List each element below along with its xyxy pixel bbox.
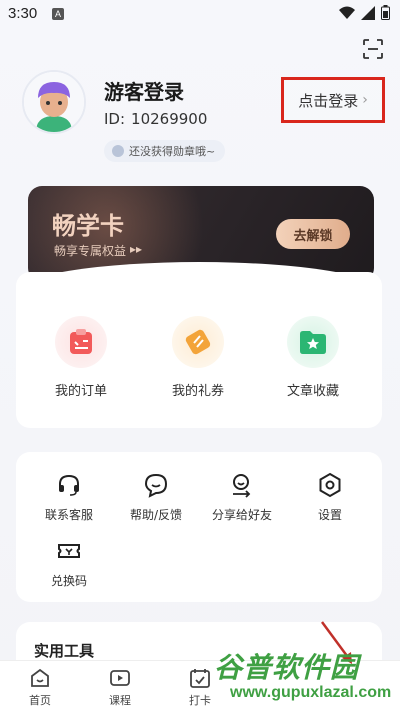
watermark-url: www.gupuxlazal.com [230, 684, 392, 701]
user-name[interactable]: 游客登录 [104, 76, 184, 105]
coupon-icon [172, 316, 224, 368]
quick-action-label: 我的礼券 [171, 384, 224, 399]
course-icon [110, 670, 130, 686]
signal-icon [361, 5, 375, 20]
unlock-button[interactable]: 去解锁 [276, 219, 350, 249]
service-label: 分享给好友 [211, 508, 272, 522]
service-label: 联系客服 [44, 508, 93, 522]
chevron-right-icon: › [362, 92, 368, 108]
double-arrow-icon: ▸▸ [130, 242, 143, 256]
order-icon [55, 316, 107, 368]
user-id-label: ID: [104, 110, 126, 128]
headset-icon [59, 474, 79, 496]
share-icon [233, 474, 251, 498]
tab-label: 首页 [29, 694, 51, 707]
help-feedback-icon [144, 473, 168, 498]
quick-action-favorites[interactable]: 文章收藏 [273, 316, 353, 399]
vip-title: 畅学卡 [52, 212, 124, 240]
watermark-text: 谷普软件园 [214, 651, 360, 684]
service-settings[interactable]: 设置 [285, 472, 375, 523]
login-button-label: 点击登录 [298, 91, 359, 110]
avatar-illustration-icon [24, 72, 84, 132]
tab-label: 打卡 [189, 694, 211, 707]
vip-subtitle-text: 畅享专属权益 [54, 244, 127, 258]
avatar[interactable] [22, 70, 86, 134]
quick-action-label: 我的订单 [54, 384, 107, 399]
quick-action-label: 文章收藏 [286, 384, 339, 399]
status-time: 3:30 [8, 5, 38, 22]
wifi-icon [339, 6, 355, 19]
medal-badge[interactable]: 还没获得勋章哦~ [104, 140, 226, 162]
service-label: 设置 [317, 508, 342, 522]
medal-badge-text: 还没获得勋章哦~ [129, 145, 216, 158]
vip-subtitle: 畅享专属权益 ▸▸ [54, 242, 142, 259]
tab-home[interactable]: 首页 [10, 667, 70, 708]
quick-action-coupons[interactable]: 我的礼券 [158, 316, 238, 399]
service-label: 兑换码 [50, 574, 87, 588]
redeem-code-icon [58, 544, 80, 558]
notification-icon: A [52, 8, 64, 20]
user-id-value: 10269900 [131, 110, 208, 128]
tab-courses[interactable]: 课程 [90, 667, 150, 708]
service-redeem-code[interactable]: 兑换码 [24, 538, 114, 589]
status-bar: 3:30 A [0, 0, 400, 28]
favorites-icon [287, 316, 339, 368]
battery-icon [381, 5, 390, 20]
scan-icon[interactable] [362, 38, 384, 60]
service-customer-support[interactable]: 联系客服 [24, 472, 114, 523]
service-share[interactable]: 分享给好友 [197, 472, 287, 523]
home-icon [31, 668, 49, 687]
service-help-feedback[interactable]: 帮助/反馈 [111, 472, 201, 523]
medal-icon [112, 145, 124, 157]
settings-icon [319, 472, 341, 498]
tab-label: 课程 [109, 694, 131, 707]
checkin-icon [190, 669, 210, 688]
quick-action-orders[interactable]: 我的订单 [41, 316, 121, 399]
service-label: 帮助/反馈 [129, 508, 183, 522]
login-button[interactable]: 点击登录 › [281, 77, 385, 123]
user-id: ID: 10269900 [104, 110, 207, 128]
tools-title: 实用工具 [34, 642, 95, 660]
